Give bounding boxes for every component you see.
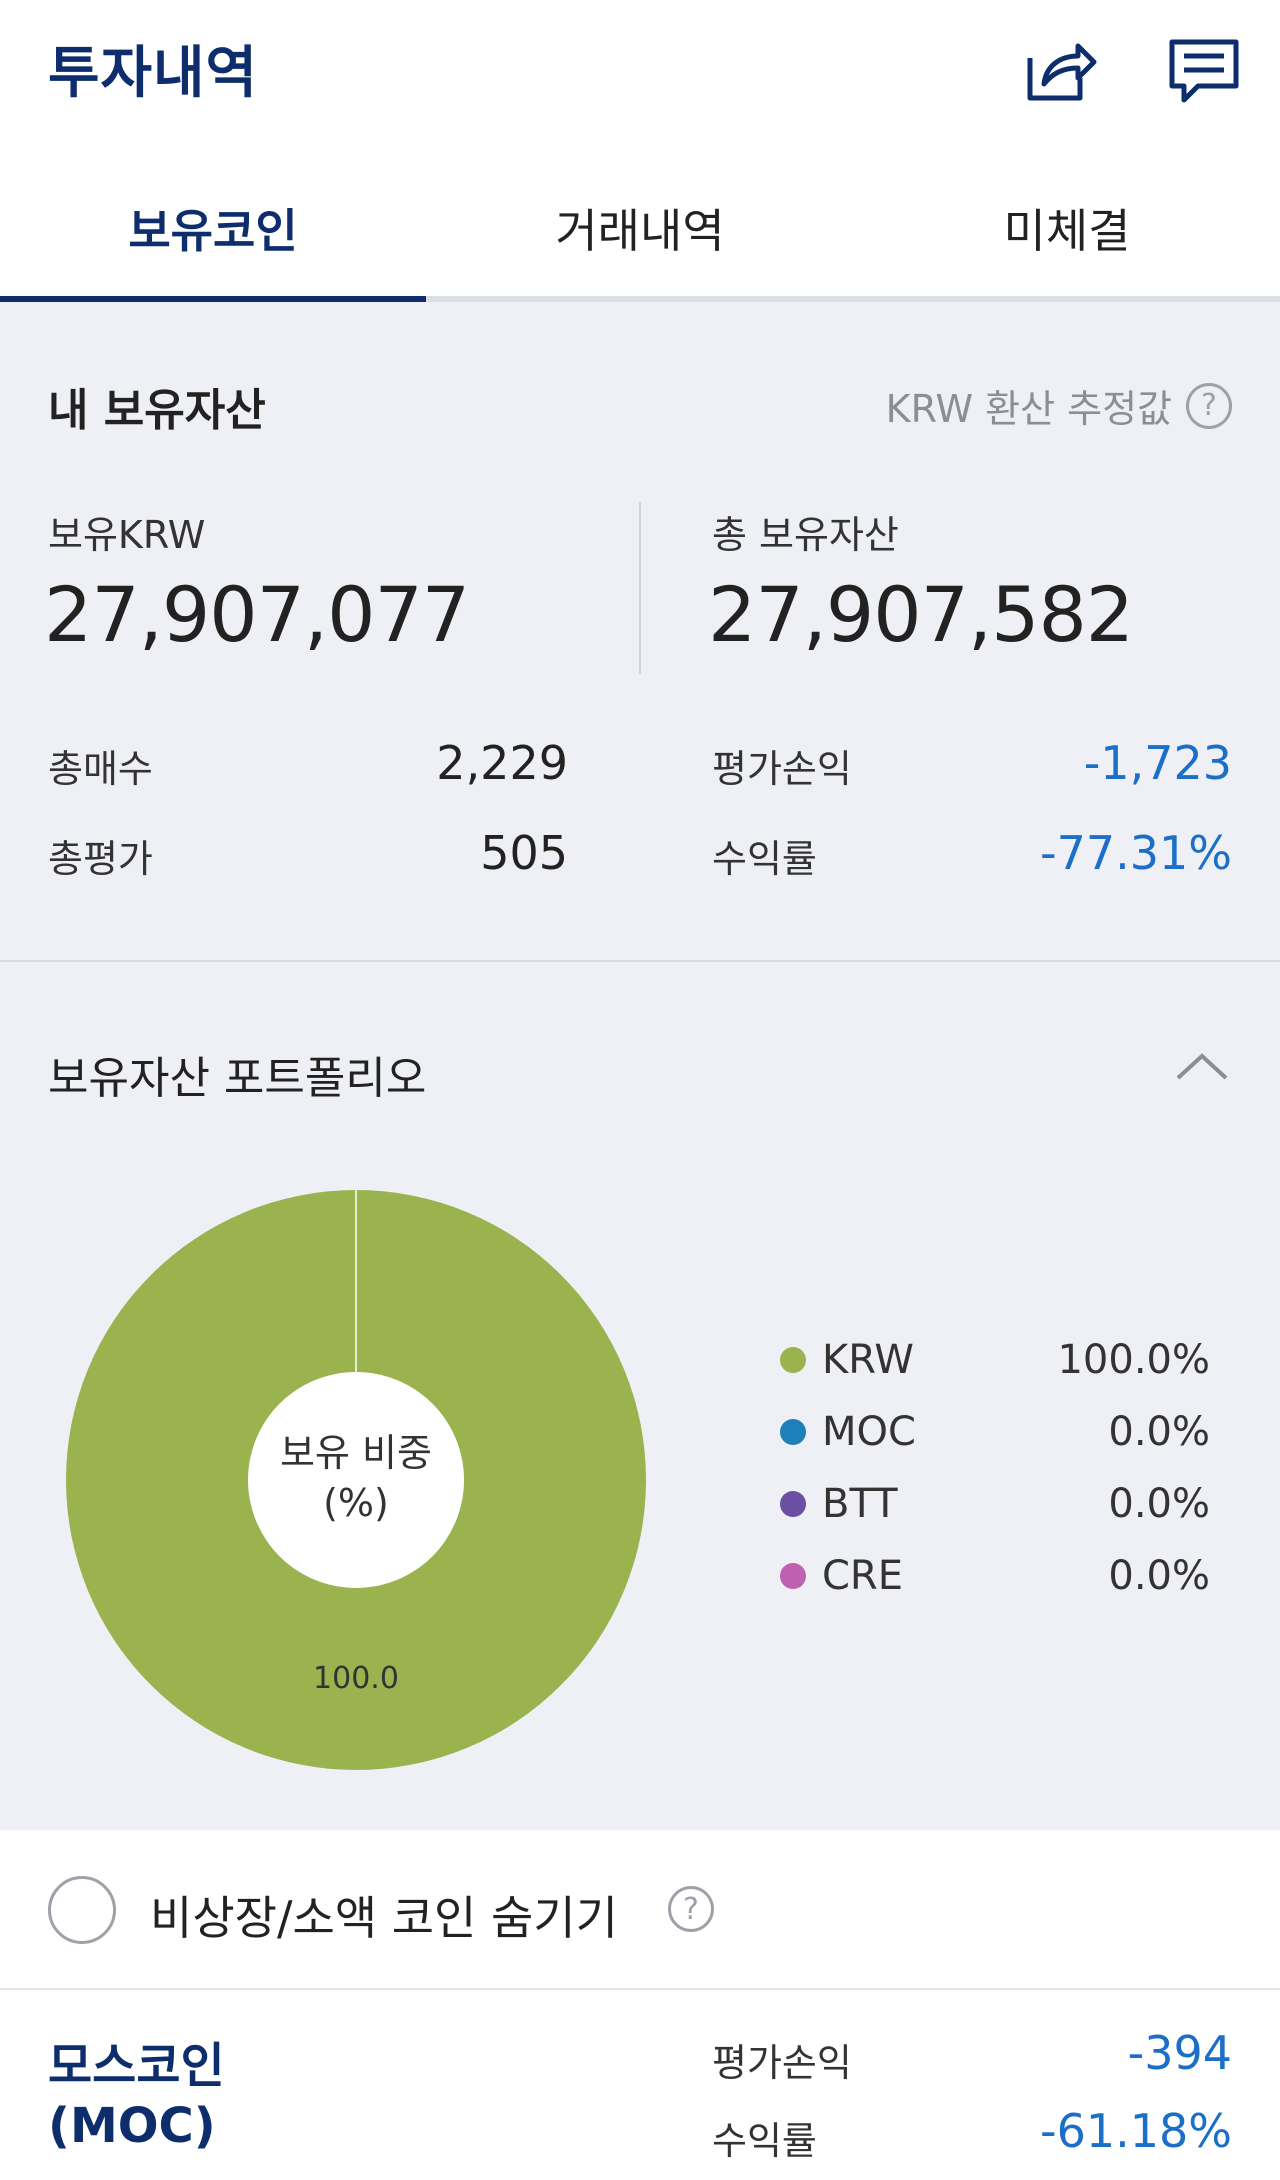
chat-icon[interactable] bbox=[1162, 28, 1246, 112]
help-icon[interactable]: ? bbox=[668, 1886, 714, 1932]
legend-label: CRE bbox=[822, 1553, 903, 1599]
legend-item-moc: MOC 0.0% bbox=[780, 1402, 1210, 1462]
tab-pending[interactable]: 미체결 bbox=[854, 160, 1280, 296]
legend-value: 0.0% bbox=[1108, 1481, 1210, 1527]
page-title: 투자내역 bbox=[48, 41, 259, 106]
my-assets-section: 내 보유자산 KRW 환산 추정값 ? 보유KRW 27,907,077 총 보… bbox=[0, 302, 1280, 962]
legend-label: KRW bbox=[822, 1337, 914, 1383]
rate-value: -77.31% bbox=[1040, 826, 1232, 880]
coin-symbol: (MOC) bbox=[48, 2098, 216, 2154]
krw-estimate-note[interactable]: KRW 환산 추정값 ? bbox=[886, 378, 1232, 433]
total-buy-label: 총매수 bbox=[48, 747, 153, 791]
legend-dot bbox=[780, 1491, 806, 1517]
legend-value: 0.0% bbox=[1108, 1553, 1210, 1599]
hide-small-coins-row: 비상장/소액 코인 숨기기 ? bbox=[0, 1830, 1280, 1990]
total-assets-value: 27,907,582 bbox=[708, 570, 1134, 659]
donut-hole bbox=[248, 1372, 464, 1588]
share-icon[interactable] bbox=[1016, 28, 1100, 112]
coin-rate-label: 수익률 bbox=[712, 2119, 817, 2163]
divider bbox=[639, 502, 641, 674]
pnl-label: 평가손익 bbox=[712, 747, 852, 791]
total-assets-label: 총 보유자산 bbox=[712, 513, 899, 557]
hide-small-coins-radio[interactable] bbox=[48, 1876, 116, 1944]
donut-chart: 보유 비중 (%) 100.0 bbox=[66, 1190, 646, 1770]
tab-bar: 보유코인 거래내역 미체결 bbox=[0, 160, 1280, 302]
krw-estimate-label: KRW 환산 추정값 bbox=[885, 387, 1172, 431]
total-buy-value: 2,229 bbox=[436, 736, 568, 790]
help-icon[interactable]: ? bbox=[1186, 382, 1232, 429]
legend-item-cre: CRE 0.0% bbox=[780, 1546, 1210, 1606]
legend-value: 0.0% bbox=[1108, 1409, 1210, 1455]
legend-dot bbox=[780, 1419, 806, 1445]
legend-value: 100.0% bbox=[1057, 1337, 1210, 1383]
krw-label: 보유KRW bbox=[48, 513, 206, 557]
rate-label: 수익률 bbox=[712, 837, 817, 881]
legend-item-krw: KRW 100.0% bbox=[780, 1330, 1210, 1390]
coin-pnl-value: -394 bbox=[1127, 2026, 1232, 2080]
pnl-value: -1,723 bbox=[1083, 736, 1232, 790]
portfolio-title: 보유자산 포트폴리오 bbox=[48, 1053, 427, 1104]
legend-dot bbox=[780, 1347, 806, 1373]
coin-row[interactable]: 모스코인 (MOC) 평가손익 -394 수익률 -61.18% bbox=[0, 1990, 1280, 2180]
coin-rate-value: -61.18% bbox=[1040, 2104, 1232, 2158]
tab-holdings[interactable]: 보유코인 bbox=[0, 160, 426, 296]
legend-label: BTT bbox=[822, 1481, 898, 1527]
legend-item-btt: BTT 0.0% bbox=[780, 1474, 1210, 1534]
legend-label: MOC bbox=[822, 1409, 916, 1455]
portfolio-section: 보유자산 포트폴리오 보유 비중 (%) 100.0 KRW 100.0% MOC 0… bbox=[0, 962, 1280, 1830]
assets-title: 내 보유자산 bbox=[48, 385, 266, 436]
donut-center-label: 보유 비중 bbox=[280, 1431, 432, 1475]
tab-history[interactable]: 거래내역 bbox=[427, 160, 853, 296]
coin-pnl-label: 평가손익 bbox=[712, 2041, 852, 2085]
krw-value: 27,907,077 bbox=[44, 570, 470, 659]
app-header: 투자내역 bbox=[0, 0, 1280, 160]
coin-name: 모스코인 bbox=[48, 2038, 225, 2094]
donut-center-unit: (%) bbox=[323, 1481, 389, 1525]
total-eval-label: 총평가 bbox=[48, 837, 153, 881]
total-eval-value: 505 bbox=[480, 826, 568, 880]
chevron-up-icon[interactable] bbox=[1172, 1046, 1232, 1086]
legend-dot bbox=[780, 1563, 806, 1589]
hide-small-coins-label[interactable]: 비상장/소액 코인 숨기기 bbox=[150, 1882, 618, 1948]
slice-value-label: 100.0 bbox=[313, 1661, 399, 1696]
